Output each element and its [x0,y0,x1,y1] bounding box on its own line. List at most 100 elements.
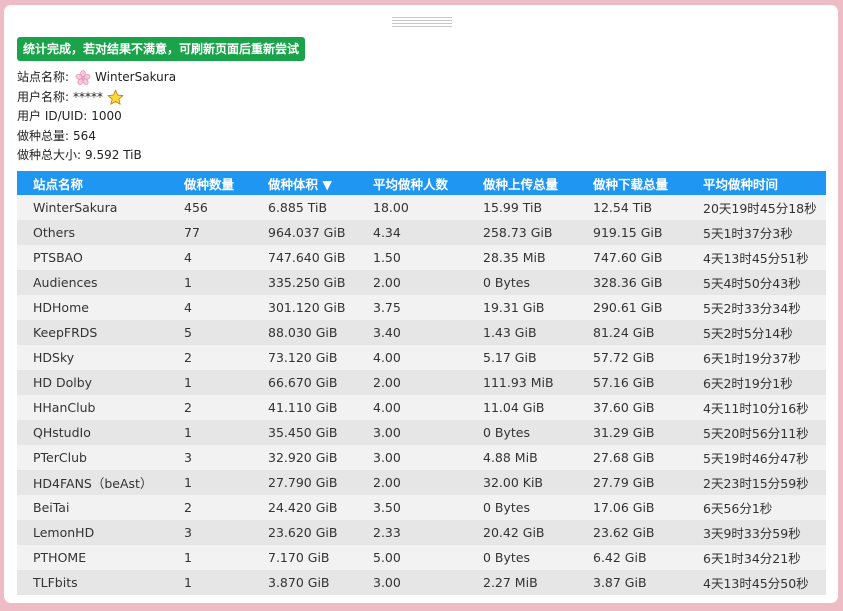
site-name-value: WinterSakura [95,70,177,84]
cell-avg-seeders: 4.34 [357,220,467,245]
user-name-row: 用户名称: ***** [17,88,176,108]
cell-seed-count: 1 [168,420,252,445]
cell-seed-count: 4 [168,295,252,320]
table-row: TLFbits 1 3.870 GiB 3.00 2.27 MiB 3.87 GiB 4天1… [17,570,826,595]
cell-upload-total: 11.04 GiB [467,395,577,420]
table-row: LemonHD 3 23.620 GiB 2.33 20.42 GiB 23.62 GiB… [17,520,826,545]
seed-size-value: 9.592 TiB [85,148,142,162]
header-avg-seed-time[interactable]: 平均做种时间 [687,171,826,195]
cell-avg-seeders: 4.00 [357,345,467,370]
cell-site-name: BeiTai [17,495,168,520]
cell-download-total: 3.87 GiB [577,570,687,595]
cell-site-name: Audiences [17,270,168,295]
cell-seed-size: 27.790 GiB [252,470,357,495]
cell-download-total: 12.54 TiB [577,195,687,220]
header-upload-total[interactable]: 做种上传总量 [467,171,577,195]
cell-avg-seed-time: 6天56分1秒 [687,495,826,520]
cell-seed-count: 3 [168,445,252,470]
cell-download-total: 57.16 GiB [577,370,687,395]
cell-seed-size: 24.420 GiB [252,495,357,520]
table-row: Audiences 1 335.250 GiB 2.00 0 Bytes 328.36 G… [17,270,826,295]
cell-avg-seed-time: 3天9时33分59秒 [687,520,826,545]
cell-upload-total: 28.35 MiB [467,245,577,270]
cell-upload-total: 15.99 TiB [467,195,577,220]
cell-seed-count: 456 [168,195,252,220]
cell-download-total: 27.68 GiB [577,445,687,470]
cell-seed-count: 2 [168,395,252,420]
seed-count-row: 做种总量: 564 [17,127,176,147]
table-row: PTerClub 3 32.920 GiB 3.00 4.88 MiB 27.68 GiB… [17,445,826,470]
header-avg-seeders[interactable]: 平均做种人数 [357,171,467,195]
cell-site-name: TLFbits [17,570,168,595]
cell-avg-seed-time: 4天13时45分51秒 [687,245,826,270]
cell-seed-size: 335.250 GiB [252,270,357,295]
header-download-total[interactable]: 做种下载总量 [577,171,687,195]
cell-seed-size: 7.170 GiB [252,545,357,570]
cell-download-total: 23.62 GiB [577,520,687,545]
cell-avg-seeders: 3.50 [357,495,467,520]
cell-seed-size: 301.120 GiB [252,295,357,320]
cell-upload-total: 0 Bytes [467,545,577,570]
cell-avg-seed-time: 20天19时45分18秒 [687,195,826,220]
uid-label: 用户 ID/UID: [17,109,88,123]
table-row: HHanClub 2 41.110 GiB 4.00 11.04 GiB 37.60 Gi… [17,395,826,420]
cell-site-name: Others [17,220,168,245]
header-seed-count[interactable]: 做种数量 [168,171,252,195]
cell-avg-seeders: 3.00 [357,420,467,445]
seed-count-value: 564 [73,128,96,143]
cell-seed-size: 88.030 GiB [252,320,357,345]
table-row: QHstudIo 1 35.450 GiB 3.00 0 Bytes 31.29 GiB 5… [17,420,826,445]
cell-seed-size: 23.620 GiB [252,520,357,545]
table-row: PTHOME 1 7.170 GiB 5.00 0 Bytes 6.42 GiB 6天1时3… [17,545,826,570]
cell-avg-seeders: 4.00 [357,395,467,420]
user-name-value: ***** [73,89,104,104]
table-row: BeiTai 2 24.420 GiB 3.50 0 Bytes 17.06 GiB 6天5… [17,495,826,520]
cell-site-name: KeepFRDS [17,320,168,345]
cell-site-name: PTHOME [17,545,168,570]
cell-seed-size: 73.120 GiB [252,345,357,370]
cell-seed-count: 77 [168,220,252,245]
cell-avg-seeders: 2.00 [357,270,467,295]
seed-stats-table: 站点名称 做种数量 做种体积 ▼ 平均做种人数 做种上传总量 做种下载总量 平均… [17,171,826,595]
cell-seed-size: 3.870 GiB [252,570,357,595]
site-name-row: 站点名称: WinterSakura [17,68,176,88]
cell-download-total: 37.60 GiB [577,395,687,420]
user-info: 站点名称: WinterSakura 用户名称: ***** 用户 ID/UID… [17,68,176,166]
cell-site-name: PTSBAO [17,245,168,270]
table-row: HD4FANS（beAst） 1 27.790 GiB 2.00 32.00 KiB 27… [17,470,826,495]
cell-upload-total: 0 Bytes [467,420,577,445]
table-header-row: 站点名称 做种数量 做种体积 ▼ 平均做种人数 做种上传总量 做种下载总量 平均… [17,171,826,195]
cell-avg-seed-time: 6天1时19分37秒 [687,345,826,370]
cell-avg-seed-time: 5天20时56分11秒 [687,420,826,445]
cell-upload-total: 19.31 GiB [467,295,577,320]
table-row: KeepFRDS 5 88.030 GiB 3.40 1.43 GiB 81.24 GiB… [17,320,826,345]
cell-site-name: HD Dolby [17,370,168,395]
sakura-flower-icon [75,70,91,86]
cell-avg-seeders: 3.75 [357,295,467,320]
drag-handle[interactable] [392,17,452,29]
cell-avg-seeders: 2.00 [357,470,467,495]
cell-upload-total: 20.42 GiB [467,520,577,545]
header-seed-size[interactable]: 做种体积 ▼ [252,171,357,195]
table-row: PTSBAO 4 747.640 GiB 1.50 28.35 MiB 747.60 Gi… [17,245,826,270]
cell-download-total: 27.79 GiB [577,470,687,495]
cell-download-total: 31.29 GiB [577,420,687,445]
table-row: Others 77 964.037 GiB 4.34 258.73 GiB 919.15 … [17,220,826,245]
cell-download-total: 919.15 GiB [577,220,687,245]
cell-seed-size: 32.920 GiB [252,445,357,470]
cell-seed-count: 5 [168,320,252,345]
header-site-name[interactable]: 站点名称 [17,171,168,195]
cell-avg-seeders: 18.00 [357,195,467,220]
cell-seed-size: 35.450 GiB [252,420,357,445]
cell-avg-seeders: 3.00 [357,445,467,470]
cell-seed-size: 964.037 GiB [252,220,357,245]
cell-upload-total: 0 Bytes [467,495,577,520]
cell-seed-size: 747.640 GiB [252,245,357,270]
cell-seed-count: 3 [168,520,252,545]
cell-download-total: 81.24 GiB [577,320,687,345]
cell-upload-total: 32.00 KiB [467,470,577,495]
cell-avg-seed-time: 5天19时46分47秒 [687,445,826,470]
cell-site-name: LemonHD [17,520,168,545]
cell-seed-size: 6.885 TiB [252,195,357,220]
cell-avg-seed-time: 4天11时10分16秒 [687,395,826,420]
